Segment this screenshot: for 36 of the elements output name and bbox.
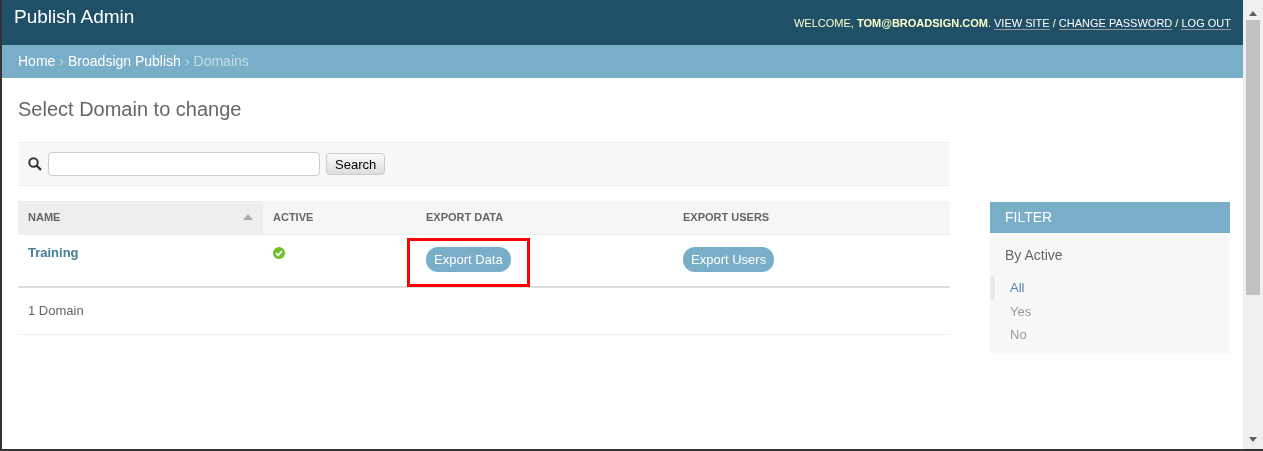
row-link[interactable]: Training: [28, 244, 79, 260]
link-separator: /: [1175, 17, 1179, 29]
punctuation: .: [987, 17, 991, 29]
breadcrumb-link[interactable]: Broadsign Publish: [68, 51, 181, 72]
result-count: 1 Domain: [18, 288, 950, 335]
welcome-text: WELCOME,: [794, 17, 854, 29]
header-link[interactable]: LOG OUT: [1181, 17, 1231, 30]
column-header: ACTIVE: [263, 201, 416, 234]
filter-option[interactable]: No: [990, 323, 1230, 347]
site-title: Publish Admin: [14, 5, 135, 29]
filter-group-title: By Active: [1005, 246, 1064, 265]
scroll-up-icon[interactable]: [1249, 10, 1257, 16]
header-link[interactable]: CHANGE PASSWORD: [1058, 17, 1173, 30]
header-link[interactable]: VIEW SITE: [994, 17, 1050, 30]
search-field[interactable]: [48, 152, 320, 176]
scrollbar[interactable]: [1243, 0, 1263, 449]
breadcrumb-separator: ›: [59, 52, 65, 71]
export-data-button[interactable]: Export Data: [426, 246, 511, 272]
column-label: NAME: [28, 210, 61, 225]
breadcrumb-separator: ›: [184, 52, 190, 71]
breadcrumb-link[interactable]: Home: [18, 51, 56, 72]
user-name: TOM@BROADSIGN.COM: [856, 17, 988, 29]
column-header[interactable]: NAME: [18, 201, 263, 234]
filter-option[interactable]: All: [990, 276, 1230, 300]
breadcrumb-current: Domains: [193, 52, 249, 71]
search-icon: [28, 157, 42, 171]
scroll-down-icon[interactable]: [1249, 437, 1257, 443]
search-button[interactable]: Search: [326, 153, 386, 175]
filter-heading: FILTER: [990, 202, 1230, 233]
filter-option[interactable]: Yes: [990, 299, 1230, 323]
column-header: EXPORT USERS: [673, 201, 950, 234]
link-separator: /: [1052, 17, 1056, 29]
column-header: EXPORT DATA: [416, 201, 673, 234]
page-title: Select Domain to change: [18, 97, 243, 122]
sort-ascending-icon: [243, 214, 253, 221]
export-users-button[interactable]: Export Users: [683, 246, 775, 272]
